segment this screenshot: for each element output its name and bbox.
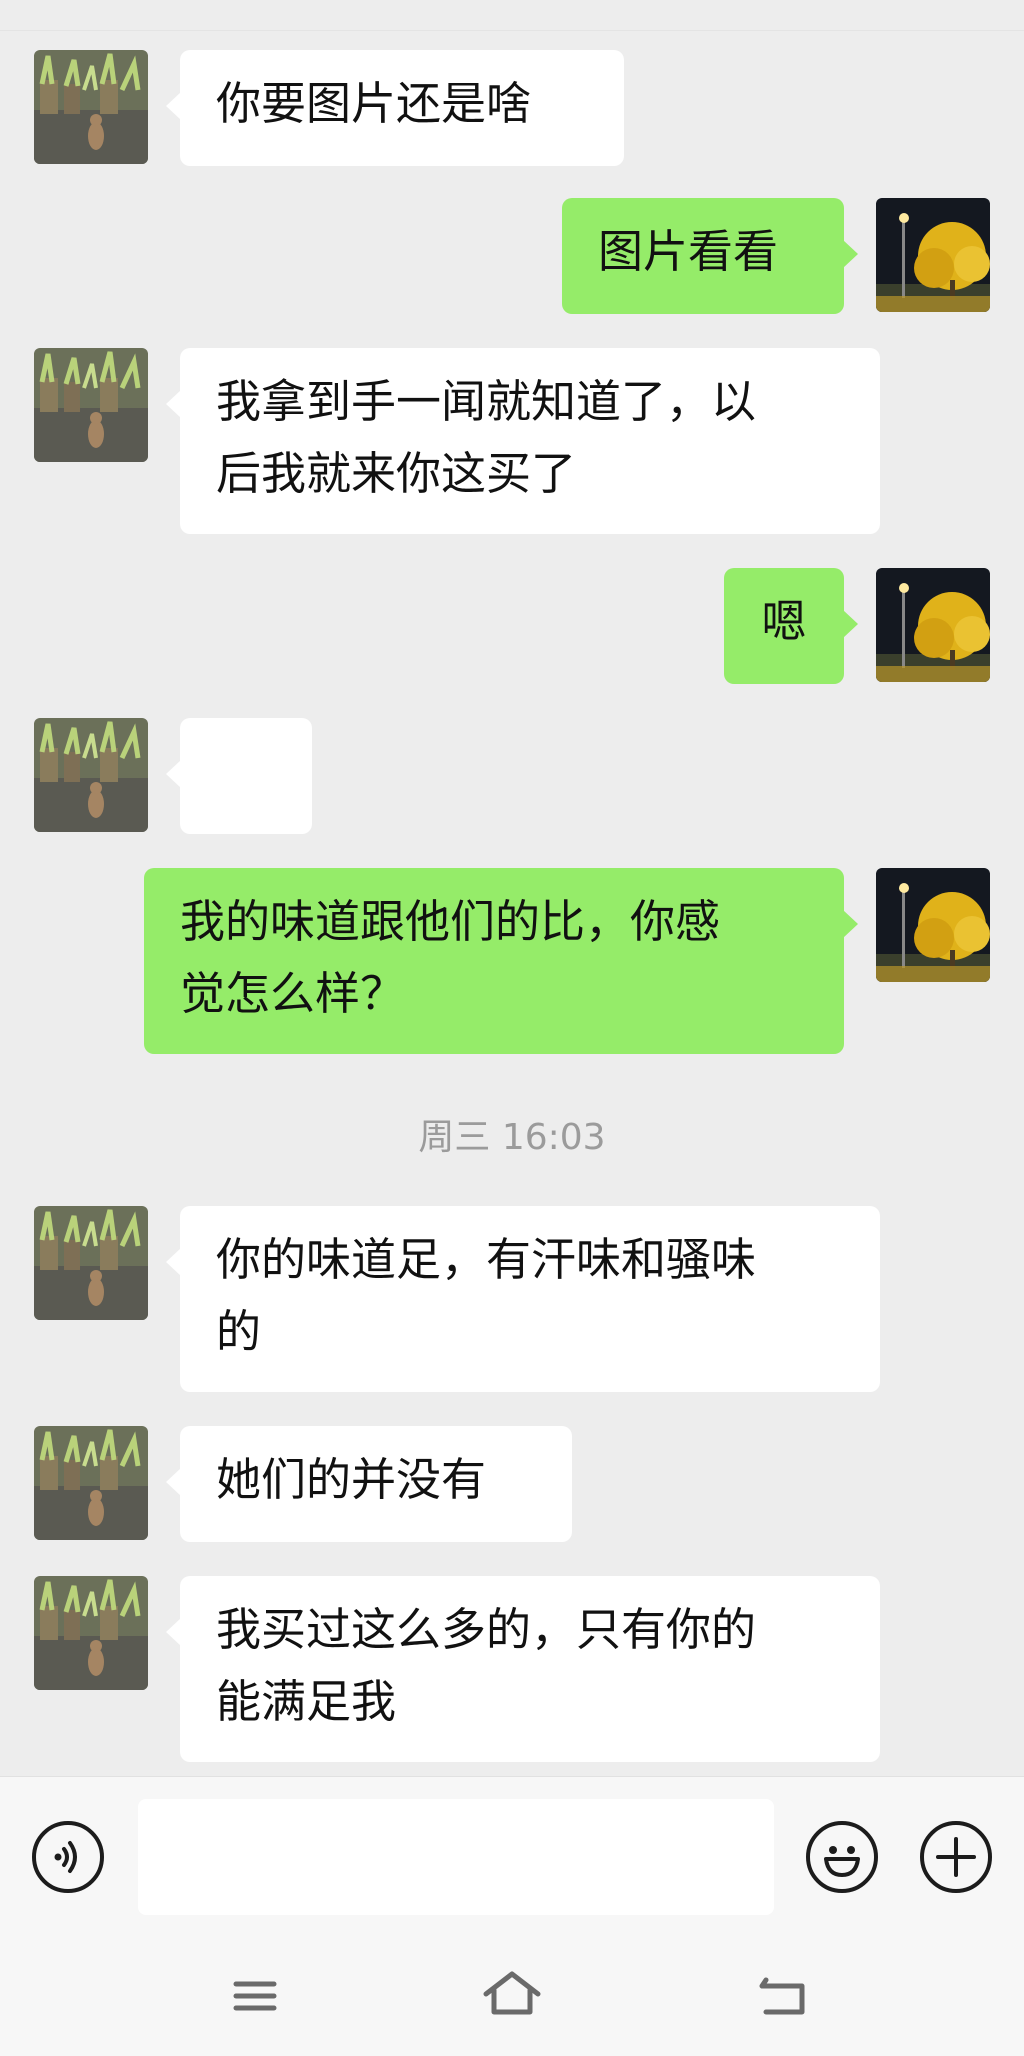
night-tree-image [876,568,990,682]
message-bubble[interactable]: 图片看看 [562,198,858,314]
contact-avatar[interactable] [34,1206,148,1320]
my-avatar[interactable] [876,868,990,982]
plus-icon [936,1837,976,1877]
contact-avatar[interactable] [34,718,148,832]
cat-garden-image [34,348,148,462]
my-avatar[interactable] [876,198,990,312]
timestamp: 周三 16:03 [418,1117,606,1158]
menu-button[interactable] [216,1964,296,2028]
contact-avatar[interactable] [34,1426,148,1540]
night-tree-image [876,868,990,982]
message-bubble[interactable]: 你的味道足，有汗味和骚味 的 [166,1206,880,1392]
cat-garden-image [34,718,148,832]
message-bubble[interactable]: 你要图片还是啥 [166,50,624,166]
home-button[interactable] [472,1964,552,2028]
back-button[interactable] [742,1964,822,2028]
menu-icon [233,1981,277,2011]
system-nav-bar [0,1946,1024,2056]
message-bubble[interactable] [166,718,312,950]
contact-avatar[interactable] [34,1576,148,1690]
message-bubble[interactable]: 嗯 [724,568,858,684]
cat-garden-image [34,1426,148,1540]
message-bubble[interactable]: 我的味道跟他们的比，你感 觉怎么样？ [144,868,858,1054]
message-bubble[interactable]: 我拿到手一闻就知道了，以 后我就来你这买了 [166,348,880,534]
contact-avatar[interactable] [34,50,148,164]
home-icon [483,1971,541,2015]
contact-avatar[interactable] [34,348,148,462]
cat-garden-image [34,1206,148,1320]
voice-button[interactable] [32,1821,104,1893]
plus-button[interactable] [920,1821,992,1893]
message-input[interactable] [138,1799,774,1915]
emoji-button[interactable] [806,1821,878,1893]
night-tree-image [876,198,990,312]
input-bar [0,1776,1024,1947]
message-bubble[interactable]: 我买过这么多的，只有你的 能满足我 [166,1576,880,1762]
my-avatar[interactable] [876,568,990,682]
emoji-smile-icon [824,1846,860,1877]
message-bubble[interactable]: 她们的并没有 [166,1426,572,1542]
voice-icon [54,1841,77,1873]
back-icon [759,1977,805,2015]
cat-garden-image [34,1576,148,1690]
chat-area[interactable]: 你要图片还是啥 图片看看 我拿到手一闻就知道了，以 后我就来你这买了 嗯 我的味… [0,0,1024,1776]
cat-garden-image [34,50,148,164]
